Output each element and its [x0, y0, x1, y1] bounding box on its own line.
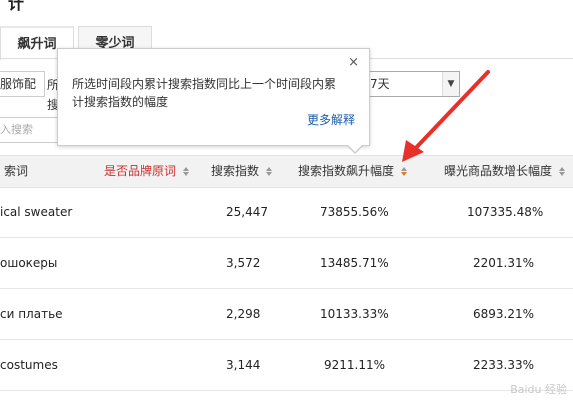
table-row[interactable]: ошокеры 3,572 13485.71% 2201.31% — [0, 238, 573, 289]
header-search-growth[interactable]: 搜索指数飙升幅度 — [298, 156, 407, 187]
header-exposure-growth[interactable]: 曝光商品数增长幅度 — [444, 156, 565, 187]
cell-exposure-growth: 2201.31% — [473, 256, 535, 270]
cell-search-index: 25,447 — [226, 205, 268, 219]
chevron-down-icon[interactable]: ▼ — [442, 72, 459, 96]
cell-search-index: 3,572 — [226, 256, 261, 270]
search-placeholder: 入搜索 — [0, 123, 33, 136]
table-row[interactable]: costumes 3,144 9211.11% 2233.33% — [0, 340, 573, 391]
search-input[interactable]: 入搜索 — [0, 117, 63, 143]
category-select[interactable]: 服饰配 — [0, 71, 45, 97]
sort-icon[interactable] — [558, 167, 565, 176]
popover-caret-inner — [347, 144, 363, 152]
sort-active-icon[interactable] — [400, 167, 407, 176]
header-search-index[interactable]: 搜索指数 — [211, 156, 272, 187]
period-select-value: 7天 — [370, 77, 390, 91]
table-header: 索词 是否品牌原词 搜索指数 搜索指数飙升幅度 曝光商品数增长幅度 — [0, 155, 573, 188]
header-keyword-label: 索词 — [4, 164, 29, 178]
header-exposure-growth-label: 曝光商品数增长幅度 — [444, 164, 553, 178]
sort-icon[interactable] — [265, 167, 272, 176]
header-search-growth-label: 搜索指数飙升幅度 — [298, 164, 395, 178]
cell-search-growth: 13485.71% — [320, 256, 389, 270]
cell-search-index: 2,298 — [226, 307, 261, 321]
table-row[interactable]: ical sweater 25,447 73855.56% 107335.48% — [0, 187, 573, 238]
more-explanation-link[interactable]: 更多解释 — [307, 111, 355, 128]
header-keyword: 索词 — [4, 156, 28, 187]
sort-icon[interactable] — [182, 167, 189, 176]
cell-keyword[interactable]: ical sweater — [0, 187, 72, 237]
header-search-index-label: 搜索指数 — [211, 164, 260, 178]
header-brand-word[interactable]: 是否品牌原词 — [104, 156, 189, 187]
cell-exposure-growth: 107335.48% — [467, 205, 544, 219]
cell-search-growth: 73855.56% — [320, 205, 389, 219]
cell-search-growth: 9211.11% — [324, 358, 386, 372]
popover-text: 所选时间段内累计搜索指数同比上一个时间段内累计搜索指数的幅度 — [72, 77, 337, 109]
close-icon[interactable]: × — [348, 55, 359, 70]
header-brand-word-label: 是否品牌原词 — [104, 164, 177, 178]
watermark: Baidu 经验 — [510, 383, 567, 396]
cell-keyword[interactable]: costumes — [0, 340, 58, 390]
cell-exposure-growth: 6893.21% — [473, 307, 535, 321]
cell-keyword[interactable]: ошокеры — [0, 238, 57, 288]
cell-keyword[interactable]: си платье — [0, 289, 63, 339]
cell-search-growth: 10133.33% — [320, 307, 389, 321]
explanation-popover: × 所选时间段内累计搜索指数同比上一个时间段内累计搜索指数的幅度 更多解释 — [57, 48, 370, 154]
table-row[interactable]: си платье 2,298 10133.33% 6893.21% — [0, 289, 573, 340]
page-title: 计 — [8, 0, 25, 13]
period-select[interactable]: 7天 ▼ — [355, 71, 460, 97]
cell-search-index: 3,144 — [226, 358, 261, 372]
